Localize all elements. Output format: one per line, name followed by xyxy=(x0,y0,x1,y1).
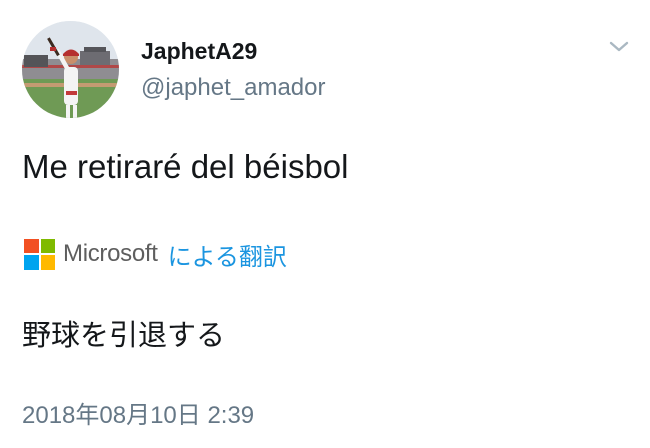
avatar[interactable] xyxy=(22,21,119,118)
tweet-text: Me retiraré del béisbol xyxy=(22,148,349,185)
timestamp[interactable]: 2018年08月10日 2:39 xyxy=(22,395,254,430)
logo-blue-square xyxy=(24,255,39,270)
logo-yellow-square xyxy=(40,255,55,270)
chevron-down-icon[interactable] xyxy=(606,38,632,56)
logo-red-square xyxy=(24,238,39,253)
logo-green-square xyxy=(40,238,55,253)
microsoft-logo-icon xyxy=(24,238,55,270)
user-handle[interactable]: @japhet_amador xyxy=(141,74,325,102)
translation-provider: Microsoft xyxy=(63,240,158,267)
translated-text: 野球を引退する xyxy=(22,320,226,352)
translated-by-link[interactable]: による翻訳 xyxy=(168,237,287,272)
baseball-player-avatar-icon xyxy=(22,21,119,118)
tweet-card: JaphetA29 @japhet_amador Me retiraré del… xyxy=(0,0,650,448)
display-name[interactable]: JaphetA29 xyxy=(141,38,257,65)
translation-attribution: Microsoft による翻訳 xyxy=(24,236,287,272)
